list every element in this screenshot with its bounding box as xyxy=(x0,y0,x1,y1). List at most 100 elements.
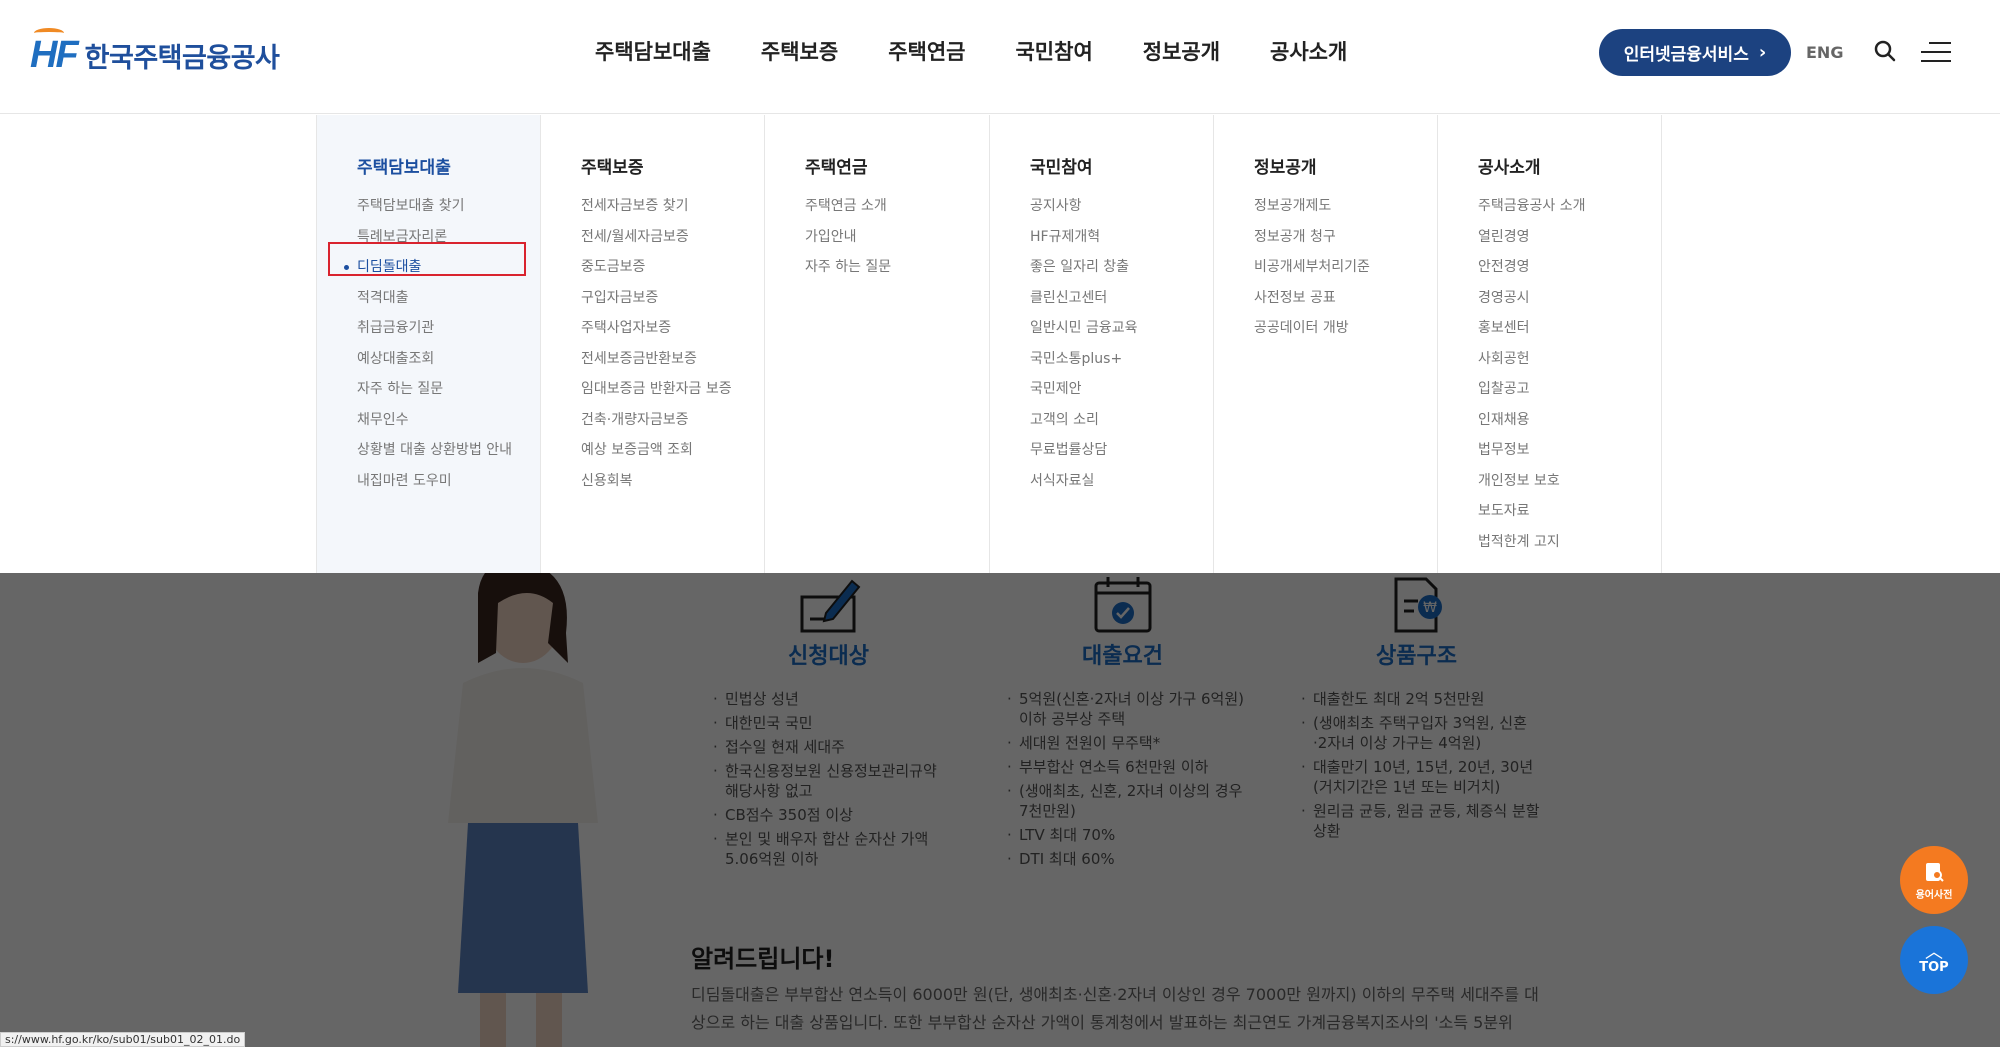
mega-link[interactable]: 구입자금보증 xyxy=(581,283,765,314)
hamburger-menu-icon[interactable] xyxy=(1921,42,1951,62)
site-logo[interactable]: HF 한국주택금융공사 xyxy=(30,28,280,77)
mega-link[interactable]: 안전경영 xyxy=(1478,252,1661,283)
mega-link[interactable]: 사전정보 공표 xyxy=(1254,283,1438,314)
nav-item-disclosure[interactable]: 정보공개 xyxy=(1143,36,1220,66)
card-item: 접수일 현재 세대주 xyxy=(713,737,953,757)
mega-title[interactable]: 주택담보대출 xyxy=(357,153,541,178)
internet-banking-label: 인터넷금융서비스 xyxy=(1623,45,1749,65)
nav-item-mortgage[interactable]: 주택담보대출 xyxy=(595,36,711,66)
mega-link[interactable]: 공공데이터 개방 xyxy=(1254,313,1438,344)
mega-link[interactable]: 주택금융공사 소개 xyxy=(1478,191,1661,222)
mega-link[interactable]: 정보공개제도 xyxy=(1254,191,1438,222)
mega-title[interactable]: 국민참여 xyxy=(1030,153,1214,178)
nav-item-guarantee[interactable]: 주택보증 xyxy=(761,36,838,66)
card-item: 세대원 전원이 무주택* xyxy=(1007,733,1247,753)
scroll-top-button[interactable]: ︿ TOP xyxy=(1900,926,1968,994)
mega-link[interactable]: 인재채용 xyxy=(1478,405,1661,436)
card-item: 본인 및 배우자 합산 순자산 가액 5.06억원 이하 xyxy=(713,829,953,869)
mega-link[interactable]: 국민제안 xyxy=(1030,374,1214,405)
card-title: 대출요건 xyxy=(1082,644,1163,669)
mega-link[interactable]: 법적한계 고지 xyxy=(1478,527,1661,558)
mega-link[interactable]: 정보공개 청구 xyxy=(1254,222,1438,253)
mega-link[interactable]: 무료법률상담 xyxy=(1030,435,1214,466)
mega-link[interactable]: 일반시민 금융교육 xyxy=(1030,313,1214,344)
mega-link[interactable]: 고객의 소리 xyxy=(1030,405,1214,436)
mega-title[interactable]: 주택연금 xyxy=(805,153,989,178)
card-item: 민법상 성년 xyxy=(713,689,953,709)
card-item: 원리금 균등, 원금 균등, 체증식 분할상환 xyxy=(1301,801,1541,841)
top-label: TOP xyxy=(1919,959,1949,975)
card-item: 대한민국 국민 xyxy=(713,713,953,733)
mega-link[interactable]: 전세자금보증 찾기 xyxy=(581,191,765,222)
mega-col-disclosure: 정보공개 정보공개제도 정보공개 청구 비공개세부처리기준 사전정보 공표 공공… xyxy=(1213,115,1438,573)
mega-link[interactable]: 자주 하는 질문 xyxy=(357,374,541,405)
mega-link[interactable]: 적격대출 xyxy=(357,283,541,314)
book-search-icon xyxy=(1926,862,1944,882)
mega-link[interactable]: 공지사항 xyxy=(1030,191,1214,222)
card-list: 민법상 성년 대한민국 국민 접수일 현재 세대주 한국신용정보원 신용정보관리… xyxy=(713,689,953,873)
mega-link[interactable]: 경영공시 xyxy=(1478,283,1661,314)
search-icon[interactable] xyxy=(1874,40,1896,62)
nav-item-about[interactable]: 공사소개 xyxy=(1270,36,1347,66)
mega-col-pension: 주택연금 주택연금 소개 가입안내 자주 하는 질문 xyxy=(764,115,989,573)
nav-item-participation[interactable]: 국민참여 xyxy=(1015,36,1092,66)
mega-link[interactable]: 신용회복 xyxy=(581,466,765,497)
mega-link[interactable]: 보도자료 xyxy=(1478,496,1661,527)
card-title: 상품구조 xyxy=(1376,644,1457,669)
card-item: LTV 최대 70% xyxy=(1007,825,1247,845)
highlight-annotation-box xyxy=(328,242,526,276)
card-item: 대출한도 최대 2억 5천만원 xyxy=(1301,689,1541,709)
mega-link[interactable]: 임대보증금 반환자금 보증 xyxy=(581,374,765,405)
card-structure: ₩ 상품구조 대출한도 최대 2억 5천만원 (생애최초 주택구입자 3억원, … xyxy=(1279,563,1554,890)
internet-banking-button[interactable]: 인터넷금융서비스 › xyxy=(1599,29,1791,76)
mega-title[interactable]: 정보공개 xyxy=(1254,153,1438,178)
mega-link[interactable]: 예상 보증금액 조회 xyxy=(581,435,765,466)
card-item: (생애최초 주택구입자 3억원, 신혼·2자녀 이상 가구는 4억원) xyxy=(1301,713,1541,753)
mega-link[interactable]: 전세/월세자금보증 xyxy=(581,222,765,253)
card-list: 대출한도 최대 2억 5천만원 (생애최초 주택구입자 3억원, 신혼·2자녀 … xyxy=(1301,689,1541,845)
mega-link[interactable]: 건축·개량자금보증 xyxy=(581,405,765,436)
mega-link[interactable]: 사회공헌 xyxy=(1478,344,1661,375)
mega-link[interactable]: 서식자료실 xyxy=(1030,466,1214,497)
mega-link[interactable]: 홍보센터 xyxy=(1478,313,1661,344)
mega-link[interactable]: 채무인수 xyxy=(357,405,541,436)
calendar-check-icon xyxy=(1094,577,1152,633)
mega-link[interactable]: 국민소통plus+ xyxy=(1030,344,1214,375)
mega-link[interactable]: 주택사업자보증 xyxy=(581,313,765,344)
mega-title[interactable]: 주택보증 xyxy=(581,153,765,178)
mega-link[interactable]: 예상대출조회 xyxy=(357,344,541,375)
mega-col-about: 공사소개 주택금융공사 소개 열린경영 안전경영 경영공시 홍보센터 사회공헌 … xyxy=(1437,115,1662,573)
mega-title[interactable]: 공사소개 xyxy=(1478,153,1661,178)
mega-link[interactable]: 상황별 대출 상환방법 안내 xyxy=(357,435,541,466)
mega-link[interactable]: HF규제개혁 xyxy=(1030,222,1214,253)
chevron-up-icon: ︿ xyxy=(1925,941,1943,963)
mega-link[interactable]: 입찰공고 xyxy=(1478,374,1661,405)
mega-col-guarantee: 주택보증 전세자금보증 찾기 전세/월세자금보증 중도금보증 구입자금보증 주택… xyxy=(540,115,765,573)
won-document-icon: ₩ xyxy=(1394,577,1442,633)
mega-link[interactable]: 비공개세부처리기준 xyxy=(1254,252,1438,283)
mega-link[interactable]: 가입안내 xyxy=(805,222,989,253)
mega-link[interactable]: 좋은 일자리 창출 xyxy=(1030,252,1214,283)
mega-link[interactable]: 중도금보증 xyxy=(581,252,765,283)
mega-link[interactable]: 취급금융기관 xyxy=(357,313,541,344)
notice-text: 디딤돌대출은 부부합산 연소득이 6000만 원(단, 생애최초·신혼·2자녀 … xyxy=(691,985,1539,1032)
glossary-button[interactable]: 용어사전 xyxy=(1900,846,1968,914)
mega-link[interactable]: 개인정보 보호 xyxy=(1478,466,1661,497)
card-item: 5억원(신혼·2자녀 이상 가구 6억원) 이하 공부상 주택 xyxy=(1007,689,1247,729)
card-item: 대출만기 10년, 15년, 20년, 30년 (거치기간은 1년 또는 비거치… xyxy=(1301,757,1541,797)
nav-item-pension[interactable]: 주택연금 xyxy=(888,36,965,66)
card-item: DTI 최대 60% xyxy=(1007,849,1247,869)
mega-link[interactable]: 주택연금 소개 xyxy=(805,191,989,222)
mega-link[interactable]: 전세보증금반환보증 xyxy=(581,344,765,375)
mega-col-participation: 국민참여 공지사항 HF규제개혁 좋은 일자리 창출 클린신고센터 일반시민 금… xyxy=(989,115,1214,573)
mega-link[interactable]: 주택담보대출 찾기 xyxy=(357,191,541,222)
model-photo xyxy=(368,573,668,1047)
mega-link[interactable]: 자주 하는 질문 xyxy=(805,252,989,283)
mega-link[interactable]: 열린경영 xyxy=(1478,222,1661,253)
mega-link[interactable]: 내집마련 도우미 xyxy=(357,466,541,497)
card-item: 한국신용정보원 신용정보관리규약 해당사항 없고 xyxy=(713,761,953,801)
mega-link[interactable]: 클린신고센터 xyxy=(1030,283,1214,314)
svg-text:₩: ₩ xyxy=(1423,600,1437,616)
mega-link[interactable]: 법무정보 xyxy=(1478,435,1661,466)
lang-link[interactable]: ENG xyxy=(1806,43,1843,62)
